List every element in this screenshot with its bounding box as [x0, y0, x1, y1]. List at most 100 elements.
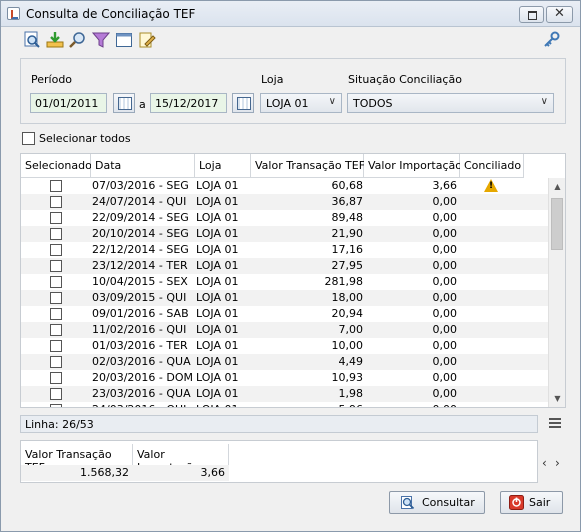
row-status-text: Linha: 26/53	[25, 418, 94, 431]
cell-data: 02/03/2016 - QUA	[92, 355, 191, 368]
table-row[interactable]: 24/03/2016 - QUI LOJA 01 5,96 0,00	[21, 402, 549, 407]
situacao-select[interactable]: TODOS ∨	[347, 93, 554, 113]
date-from-calendar-button[interactable]	[113, 93, 135, 113]
table-row[interactable]: 23/12/2014 - TER LOJA 01 27,95 0,00	[21, 258, 549, 274]
table-row[interactable]: 23/03/2016 - QUA LOJA 01 1,98 0,00	[21, 386, 549, 402]
periodo-label: Período	[31, 73, 73, 86]
download-icon[interactable]	[46, 31, 64, 49]
cell-loja: LOJA 01	[196, 403, 238, 407]
cell-loja: LOJA 01	[196, 179, 239, 192]
menu-icon[interactable]	[549, 418, 561, 428]
cell-loja: LOJA 01	[196, 339, 239, 352]
results-table: Selecionado Data Loja Valor Transação TE…	[20, 153, 566, 408]
date-to-calendar-button[interactable]	[232, 93, 254, 113]
table-row[interactable]: 11/02/2016 - QUI LOJA 01 7,00 0,00	[21, 322, 549, 338]
search-report-icon[interactable]	[23, 31, 41, 49]
cell-data: 22/12/2014 - SEG	[92, 243, 189, 256]
edit-document-icon[interactable]	[138, 31, 156, 49]
cell-valor-importacao: 3,66	[432, 179, 458, 192]
row-select-checkbox[interactable]	[50, 324, 62, 336]
restore-button[interactable]	[519, 6, 544, 23]
row-select-checkbox[interactable]	[50, 308, 62, 320]
row-select-checkbox[interactable]	[50, 292, 62, 304]
scroll-down-icon[interactable]: ▼	[549, 390, 565, 407]
row-select-checkbox[interactable]	[50, 212, 62, 224]
title-bar: Consulta de Conciliação TEF ✕	[1, 1, 580, 27]
table-row[interactable]: 20/03/2016 - DOM LOJA 01 10,93 0,00	[21, 370, 549, 386]
column-header-conciliado[interactable]: Conciliado	[460, 154, 524, 178]
cell-loja: LOJA 01	[196, 259, 239, 272]
row-select-checkbox[interactable]	[50, 180, 62, 192]
key-icon[interactable]	[543, 31, 561, 49]
table-row[interactable]: 09/01/2016 - SAB LOJA 01 20,94 0,00	[21, 306, 549, 322]
cell-loja: LOJA 01	[196, 211, 239, 224]
cell-loja: LOJA 01	[196, 387, 239, 400]
cell-data: 20/03/2016 - DOM	[92, 371, 193, 384]
cell-valor-tef: 1,98	[338, 387, 364, 400]
chevron-down-icon: ∨	[328, 96, 336, 107]
row-status-bar: Linha: 26/53	[20, 415, 538, 433]
row-select-checkbox[interactable]	[50, 196, 62, 208]
chevron-right-icon[interactable]: ›	[555, 456, 560, 470]
vertical-scrollbar[interactable]: ▲ ▼	[548, 178, 565, 407]
cell-valor-tef: 27,95	[331, 259, 364, 272]
row-select-checkbox[interactable]	[50, 340, 62, 352]
date-separator: a	[139, 98, 146, 111]
row-select-checkbox[interactable]	[50, 260, 62, 272]
column-header-valor-tef[interactable]: Valor Transação TEF	[251, 154, 365, 178]
select-all-label[interactable]: Selecionar todos	[39, 132, 131, 145]
chevron-left-icon[interactable]: ‹	[542, 456, 547, 470]
table-row[interactable]: 22/09/2014 - SEG LOJA 01 89,48 0,00	[21, 210, 549, 226]
cell-loja: LOJA 01	[196, 195, 239, 208]
table-row[interactable]: 01/03/2016 - TER LOJA 01 10,00 0,00	[21, 338, 549, 354]
column-header-valor-importacao[interactable]: Valor Importação	[364, 154, 462, 178]
cell-valor-tef: 7,00	[338, 323, 364, 336]
loja-select[interactable]: LOJA 01 ∨	[260, 93, 342, 113]
cell-data: 24/03/2016 - QUI	[92, 403, 186, 407]
totals-table: Valor Transação TEF Valor Importação 1.5…	[20, 440, 538, 483]
row-select-checkbox[interactable]	[50, 404, 62, 407]
table-row[interactable]: 24/07/2014 - QUI LOJA 01 36,87 0,00	[21, 194, 549, 210]
cell-valor-tef: 10,00	[331, 339, 364, 352]
filter-icon[interactable]	[92, 31, 110, 49]
cell-valor-tef: 21,90	[331, 227, 364, 240]
cell-valor-tef: 20,94	[331, 307, 364, 320]
cell-valor-importacao: 0,00	[432, 227, 458, 240]
row-select-checkbox[interactable]	[50, 276, 62, 288]
window-icon[interactable]	[115, 31, 133, 49]
cell-valor-tef: 18,00	[331, 291, 364, 304]
date-from-field[interactable]: 01/01/2011	[30, 93, 107, 113]
table-row[interactable]: 20/10/2014 - SEG LOJA 01 21,90 0,00	[21, 226, 549, 242]
scroll-up-icon[interactable]: ▲	[549, 178, 565, 195]
select-all-checkbox[interactable]	[22, 132, 35, 145]
cell-data: 24/07/2014 - QUI	[92, 195, 187, 208]
column-header-selecionado[interactable]: Selecionado	[21, 154, 92, 178]
row-select-checkbox[interactable]	[50, 356, 62, 368]
row-select-checkbox[interactable]	[50, 388, 62, 400]
table-row[interactable]: 10/04/2015 - SEX LOJA 01 281,98 0,00	[21, 274, 549, 290]
date-to-field[interactable]: 15/12/2017	[150, 93, 227, 113]
cell-data: 23/12/2014 - TER	[92, 259, 188, 272]
tools-search-icon[interactable]	[69, 31, 87, 49]
close-button[interactable]: ✕	[546, 6, 573, 23]
cell-data: 20/10/2014 - SEG	[92, 227, 189, 240]
filter-panel: Período 01/01/2011 a 15/12/2017 Loja LOJ…	[20, 58, 566, 124]
chevron-down-icon: ∨	[540, 96, 548, 107]
cell-loja: LOJA 01	[196, 307, 239, 320]
column-header-data[interactable]: Data	[91, 154, 195, 178]
table-row[interactable]: 07/03/2016 - SEG LOJA 01 60,68 3,66!	[21, 178, 549, 194]
scroll-thumb[interactable]	[551, 198, 563, 250]
cell-valor-tef: 5,96	[339, 403, 364, 407]
table-row[interactable]: 02/03/2016 - QUA LOJA 01 4,49 0,00	[21, 354, 549, 370]
consultar-button[interactable]: Consultar	[389, 491, 485, 514]
cell-valor-importacao: 0,00	[432, 307, 458, 320]
cell-valor-tef: 281,98	[324, 275, 364, 288]
sair-button[interactable]: Sair	[500, 491, 563, 514]
row-select-checkbox[interactable]	[50, 372, 62, 384]
table-row[interactable]: 03/09/2015 - QUI LOJA 01 18,00 0,00	[21, 290, 549, 306]
cell-valor-importacao: 0,00	[432, 291, 458, 304]
row-select-checkbox[interactable]	[50, 244, 62, 256]
row-select-checkbox[interactable]	[50, 228, 62, 240]
table-row[interactable]: 22/12/2014 - SEG LOJA 01 17,16 0,00	[21, 242, 549, 258]
column-header-loja[interactable]: Loja	[195, 154, 251, 178]
